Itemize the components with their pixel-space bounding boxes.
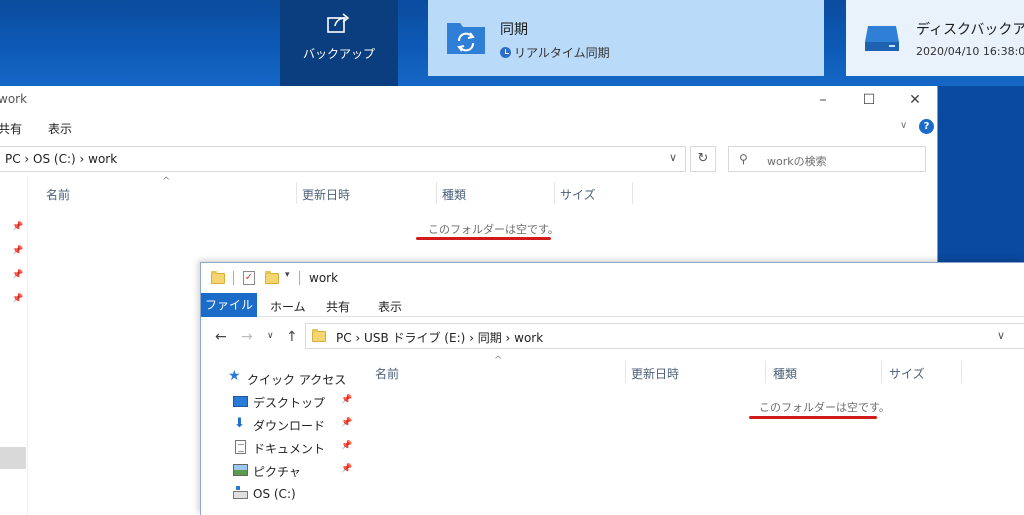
backup-icon bbox=[327, 13, 350, 33]
maximize-button[interactable]: ☐ bbox=[846, 86, 892, 114]
window-titlebar: work – ☐ ✕ bbox=[0, 86, 938, 114]
chevron-down-icon[interactable]: ∨ bbox=[669, 151, 677, 164]
window-title: work bbox=[309, 271, 339, 285]
column-headers: 名前 更新日時 種類 サイズ bbox=[359, 359, 1024, 385]
sync-card[interactable]: 同期 リアルタイム同期 bbox=[428, 0, 824, 76]
document-icon bbox=[235, 440, 246, 454]
minimize-button[interactable]: – bbox=[800, 86, 846, 114]
pin-icon: 📌 bbox=[12, 246, 24, 256]
tab-file[interactable]: ファイル bbox=[201, 293, 257, 317]
sidebar-item-quick-access[interactable]: ★ クイック アクセス bbox=[201, 367, 359, 389]
customize-toolbar-icon[interactable]: ▾ bbox=[285, 270, 290, 280]
tab-share[interactable]: 共有 bbox=[0, 120, 22, 137]
refresh-button[interactable]: ↻ bbox=[690, 146, 716, 172]
app-header: バックアップ 同期 リアルタイム同期 ディスクバックアップ 2020/04/10… bbox=[0, 0, 1024, 86]
sidebar-item-label: ダウンロード bbox=[253, 419, 326, 433]
tab-view[interactable]: 表示 bbox=[48, 120, 72, 137]
hard-drive-icon bbox=[865, 26, 899, 51]
pin-icon: 📌 bbox=[341, 395, 353, 405]
star-icon: ★ bbox=[228, 368, 241, 384]
pin-icon: 📌 bbox=[341, 464, 353, 474]
new-folder-icon[interactable] bbox=[265, 271, 279, 284]
disk-backup-card[interactable]: ディスクバックアップ 2020/04/10 16:38:0 bbox=[846, 0, 1024, 76]
nav-selected-item[interactable] bbox=[0, 447, 26, 469]
pin-icon: 📌 bbox=[12, 270, 24, 280]
desktop-icon bbox=[233, 396, 248, 407]
sync-card-title: 同期 bbox=[500, 22, 528, 38]
drive-icon bbox=[233, 486, 248, 499]
quick-access-toolbar: ✓ ▾ work bbox=[201, 263, 1024, 293]
close-button[interactable]: ✕ bbox=[892, 86, 938, 114]
folder-icon bbox=[211, 271, 225, 284]
backup-tab[interactable]: バックアップ bbox=[280, 0, 398, 86]
column-header-type[interactable]: 種類 bbox=[442, 186, 466, 203]
pin-icon: 📌 bbox=[12, 222, 24, 232]
column-header-date[interactable]: 更新日時 bbox=[631, 365, 679, 382]
backup-label: バックアップ bbox=[302, 47, 375, 61]
sidebar-item-label: ピクチャ bbox=[253, 465, 301, 479]
properties-icon[interactable]: ✓ bbox=[243, 271, 255, 285]
empty-folder-message: このフォルダーは空です。 bbox=[759, 401, 890, 414]
picture-icon bbox=[233, 464, 248, 476]
tab-share[interactable]: 共有 bbox=[326, 298, 350, 315]
search-icon: ⚲ bbox=[739, 152, 748, 166]
column-header-type[interactable]: 種類 bbox=[773, 365, 797, 382]
search-box[interactable]: ⚲ workの検索 bbox=[728, 146, 926, 172]
sidebar-item-documents[interactable]: ドキュメント 📌 bbox=[201, 436, 359, 458]
recent-locations-icon[interactable]: ∨ bbox=[267, 331, 274, 341]
tab-view[interactable]: 表示 bbox=[378, 298, 402, 315]
column-headers: 名前 更新日時 種類 サイズ bbox=[0, 180, 640, 206]
window-title: work bbox=[0, 92, 28, 106]
highlight-underline bbox=[416, 237, 551, 240]
column-header-size[interactable]: サイズ bbox=[560, 186, 596, 203]
pin-icon: 📌 bbox=[341, 418, 353, 428]
address-path: PC › OS (C:) › work bbox=[5, 152, 118, 166]
column-header-name[interactable]: 名前 bbox=[375, 365, 399, 382]
up-arrow-icon[interactable]: ↑ bbox=[286, 329, 298, 345]
help-icon[interactable]: ? bbox=[919, 119, 934, 134]
tab-home[interactable]: ホーム bbox=[270, 298, 306, 315]
disk-card-title: ディスクバックアップ bbox=[916, 22, 1024, 38]
empty-folder-message: このフォルダーは空です。 bbox=[428, 223, 559, 236]
sidebar-item-os-drive[interactable]: OS (C:) bbox=[201, 483, 359, 505]
column-header-size[interactable]: サイズ bbox=[889, 365, 925, 382]
folder-icon bbox=[312, 329, 326, 342]
chevron-down-icon[interactable]: ∨ bbox=[997, 329, 1005, 342]
download-icon: ⬇ bbox=[234, 416, 245, 431]
sidebar-item-pictures[interactable]: ピクチャ 📌 bbox=[201, 459, 359, 481]
clock-icon bbox=[500, 47, 511, 58]
sidebar-item-label: OS (C:) bbox=[253, 487, 296, 501]
ribbon-menu: 共有 表示 ∨ ? bbox=[0, 114, 938, 140]
sync-folder-icon bbox=[447, 23, 485, 54]
column-header-name[interactable]: 名前 bbox=[46, 186, 70, 203]
sidebar-item-downloads[interactable]: ⬇ ダウンロード 📌 bbox=[201, 413, 359, 435]
pin-icon: 📌 bbox=[12, 294, 24, 304]
sidebar-item-desktop[interactable]: デスクトップ 📌 bbox=[201, 390, 359, 412]
sidebar-item-label: デスクトップ bbox=[253, 396, 326, 410]
explorer-window-usb-sync: ✓ ▾ work ファイル ホーム 共有 表示 ← → ∨ ↑ PC › USB… bbox=[200, 262, 1024, 515]
ribbon-expand-icon[interactable]: ∨ bbox=[900, 120, 907, 131]
back-arrow-icon[interactable]: ← bbox=[215, 329, 227, 345]
sync-card-subtitle: リアルタイム同期 bbox=[500, 44, 610, 61]
column-header-date[interactable]: 更新日時 bbox=[302, 186, 350, 203]
disk-card-timestamp: 2020/04/10 16:38:0 bbox=[916, 45, 1024, 58]
address-path: PC › USB ドライブ (E:) › 同期 › work bbox=[336, 331, 544, 345]
pin-icon: 📌 bbox=[341, 441, 353, 451]
address-bar[interactable]: PC › OS (C:) › work ∨ bbox=[0, 146, 686, 172]
forward-arrow-icon[interactable]: → bbox=[241, 329, 253, 345]
ribbon-tabs: ファイル ホーム 共有 表示 bbox=[201, 293, 1024, 317]
sidebar-item-label: ドキュメント bbox=[253, 442, 326, 456]
highlight-underline bbox=[749, 416, 877, 419]
sync-mode-label: リアルタイム同期 bbox=[514, 46, 610, 60]
search-placeholder: workの検索 bbox=[767, 155, 827, 168]
address-bar[interactable]: PC › USB ドライブ (E:) › 同期 › work ∨ bbox=[305, 323, 1024, 349]
sidebar-item-label: クイック アクセス bbox=[247, 373, 347, 387]
navigation-pane: ★ クイック アクセス デスクトップ 📌 ⬇ ダウンロード 📌 ドキュメント 📌… bbox=[201, 355, 359, 515]
